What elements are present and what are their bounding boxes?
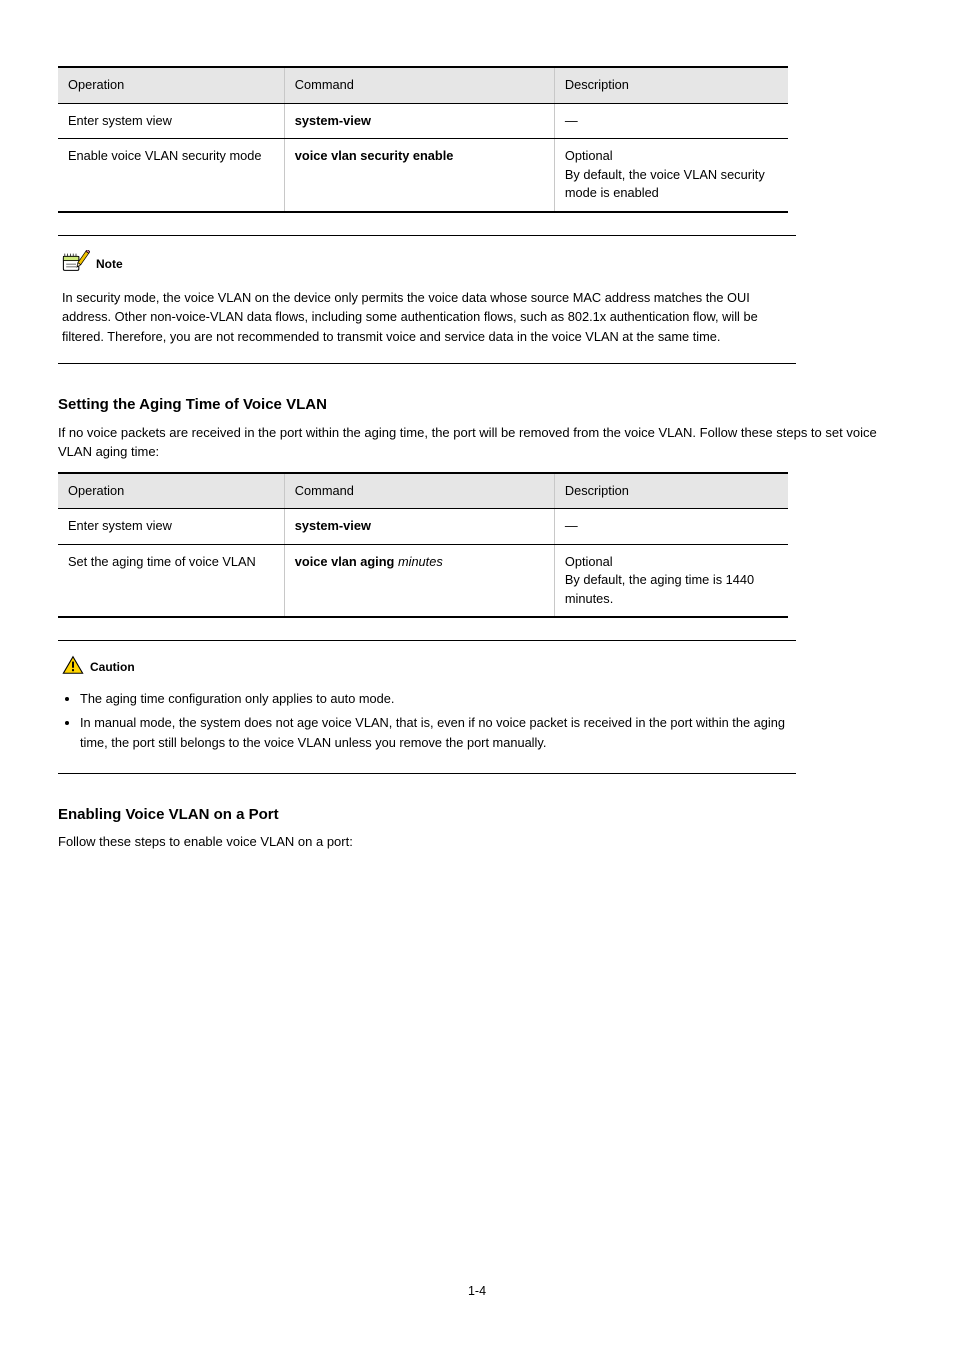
table-row: Enter system view system-view —: [58, 103, 788, 139]
table-row: Enter system view system-view —: [58, 509, 788, 545]
caution-callout: Caution The aging time configuration onl…: [58, 640, 796, 773]
page: Operation Command Description Enter syst…: [0, 0, 954, 1350]
note-callout: Note In security mode, the voice VLAN on…: [58, 235, 796, 364]
note-header: Note: [62, 250, 792, 280]
paragraph: If no voice packets are received in the …: [58, 424, 896, 462]
config-table-security: Operation Command Description Enter syst…: [58, 66, 788, 213]
table-row: Enable voice VLAN security mode voice vl…: [58, 139, 788, 212]
caution-header: Caution: [62, 655, 792, 681]
op-cell: Enter system view: [58, 509, 284, 545]
op-cell: Enable voice VLAN security mode: [58, 139, 284, 212]
cmd-cell: voice vlan aging minutes: [284, 544, 554, 617]
caution-item: In manual mode, the system does not age …: [80, 713, 792, 753]
op-cell: Enter system view: [58, 103, 284, 139]
caution-icon: [62, 655, 84, 681]
table-header: Operation: [58, 67, 284, 103]
note-title: Note: [96, 256, 123, 273]
cmd-cell: system-view: [284, 509, 554, 545]
caution-item: The aging time configuration only applie…: [80, 689, 792, 709]
table-header: Command: [284, 473, 554, 509]
op-cell: Set the aging time of voice VLAN: [58, 544, 284, 617]
desc-cell: OptionalBy default, the aging time is 14…: [554, 544, 788, 617]
note-body: In security mode, the voice VLAN on the …: [62, 288, 792, 347]
caution-title: Caution: [90, 659, 135, 676]
desc-cell: —: [554, 103, 788, 139]
table-header: Description: [554, 67, 788, 103]
note-icon: [62, 250, 90, 280]
config-table-aging: Operation Command Description Enter syst…: [58, 472, 788, 619]
heading-aging-time: Setting the Aging Time of Voice VLAN: [58, 394, 896, 416]
table-header: Description: [554, 473, 788, 509]
table-row: Set the aging time of voice VLAN voice v…: [58, 544, 788, 617]
cmd-cell: voice vlan security enable: [284, 139, 554, 212]
page-number: 1-4: [0, 1282, 954, 1300]
desc-cell: OptionalBy default, the voice VLAN secur…: [554, 139, 788, 212]
table-header: Command: [284, 67, 554, 103]
table-header: Operation: [58, 473, 284, 509]
caution-body: The aging time configuration only applie…: [62, 689, 792, 752]
cmd-cell: system-view: [284, 103, 554, 139]
desc-cell: —: [554, 509, 788, 545]
paragraph: Follow these steps to enable voice VLAN …: [58, 833, 896, 852]
heading-enable-port: Enabling Voice VLAN on a Port: [58, 804, 896, 826]
